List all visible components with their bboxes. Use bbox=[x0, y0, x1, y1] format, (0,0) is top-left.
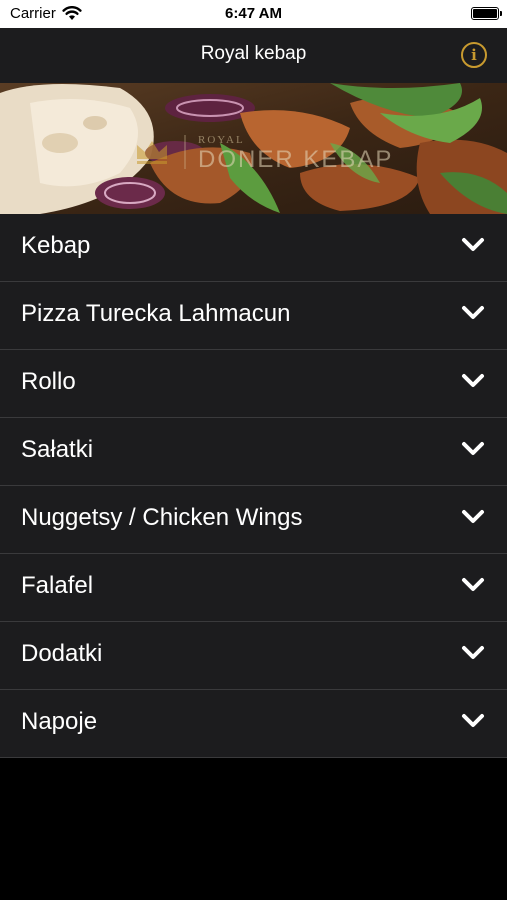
menu-item-label: Rollo bbox=[21, 368, 76, 395]
navigation-bar: Royal kebap i bbox=[0, 28, 507, 83]
menu-item[interactable]: Rollo bbox=[0, 350, 507, 418]
menu-item-label: Pizza Turecka Lahmacun bbox=[21, 300, 291, 327]
menu-item[interactable]: Falafel bbox=[0, 554, 507, 622]
chevron-down-icon[interactable] bbox=[461, 441, 485, 457]
status-time: 6:47 AM bbox=[225, 5, 282, 22]
menu-item[interactable]: Pizza Turecka Lahmacun bbox=[0, 282, 507, 350]
menu-item[interactable]: Dodatki bbox=[0, 622, 507, 690]
chevron-down-icon[interactable] bbox=[461, 373, 485, 389]
chevron-down-icon[interactable] bbox=[461, 713, 485, 729]
chevron-down-icon[interactable] bbox=[461, 237, 485, 253]
banner-image: ROYAL DONER KEBAP bbox=[0, 83, 507, 214]
status-bar: Carrier 6:47 AM bbox=[0, 0, 507, 28]
nav-title: Royal kebap bbox=[200, 43, 307, 64]
menu-item-label: Kebap bbox=[21, 232, 91, 259]
menu-item[interactable]: Napoje bbox=[0, 690, 507, 758]
menu-item-label: Dodatki bbox=[21, 640, 103, 667]
battery-icon bbox=[471, 7, 502, 20]
menu-item-label: Falafel bbox=[21, 572, 94, 599]
chevron-down-icon[interactable] bbox=[461, 577, 485, 593]
menu-item-label: Napoje bbox=[21, 708, 98, 735]
banner-photo: ROYAL DONER KEBAP bbox=[0, 83, 507, 214]
menu-item[interactable]: Kebap bbox=[0, 214, 507, 282]
menu-item-label: Sałatki bbox=[21, 436, 94, 463]
info-icon[interactable]: i bbox=[461, 42, 487, 68]
chevron-down-icon[interactable] bbox=[461, 645, 485, 661]
menu-item-label: Nuggetsy / Chicken Wings bbox=[21, 504, 303, 531]
logo-big-text: DONER KEBAP bbox=[198, 146, 393, 173]
logo-small-text: ROYAL bbox=[198, 134, 245, 146]
menu-list: Kebap Pizza Turecka Lahmacun Rollo Sałatki N… bbox=[0, 214, 507, 758]
menu-item[interactable]: Sałatki bbox=[0, 418, 507, 486]
chevron-down-icon[interactable] bbox=[461, 305, 485, 321]
chevron-down-icon[interactable] bbox=[461, 509, 485, 525]
menu-item[interactable]: Nuggetsy / Chicken Wings bbox=[0, 486, 507, 554]
